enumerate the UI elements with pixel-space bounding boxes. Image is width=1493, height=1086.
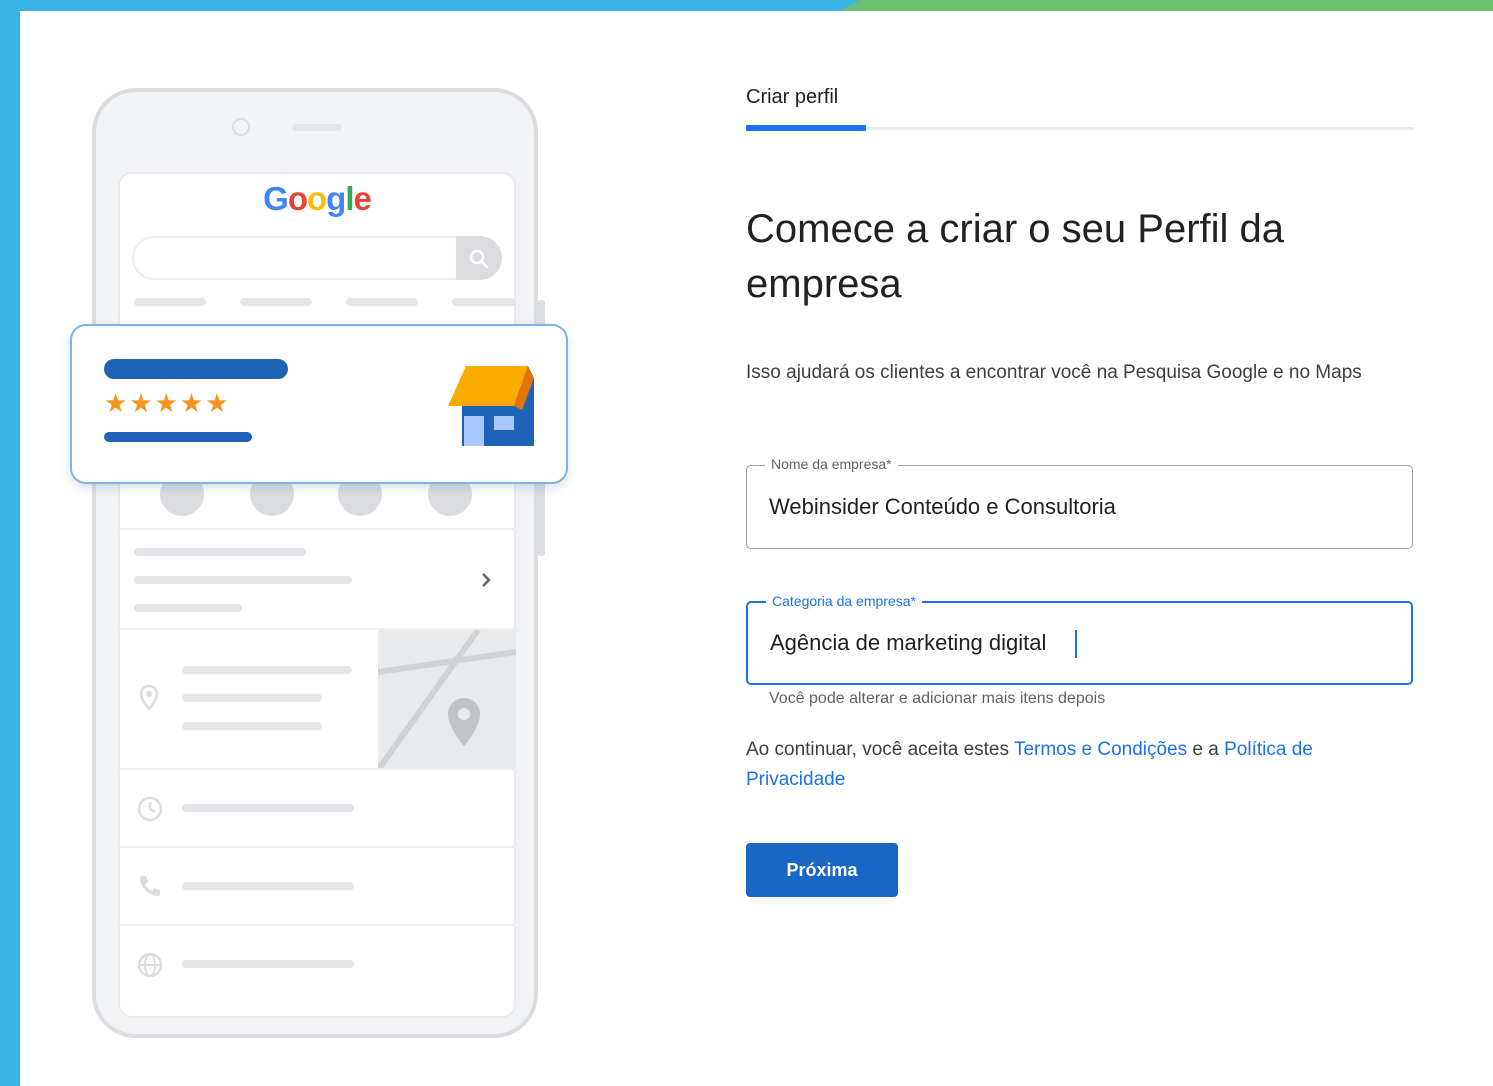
illustration-search-button [456,236,502,280]
search-icon [469,249,489,269]
phone-icon [140,876,160,896]
placeholder-line [182,960,354,968]
logo-letter: l [345,180,354,217]
globe-icon [137,952,163,978]
divider [118,528,516,530]
placeholder-line [182,694,322,702]
page-title: Comece a criar o seu Perfil da empresa [746,207,1285,306]
progress-indicator [746,125,866,131]
location-pin-icon [139,684,159,711]
placeholder-line [182,722,322,730]
clock-icon [137,796,163,822]
next-button[interactable]: Próxima [746,843,898,897]
placeholder-line [240,298,312,306]
placeholder-line [134,576,352,584]
category-helper-text: Você pode alterar e adicionar mais itens… [769,690,1106,707]
chevron-right-icon [482,573,491,587]
logo-letter: G [263,180,289,217]
logo-letter: o [306,180,327,217]
frame-top-border-green [840,0,1493,11]
map-thumbnail [378,630,516,770]
business-category-field[interactable]: Categoria da empresa* [746,591,1413,685]
text-caret [1075,630,1077,658]
consent-prefix: Ao continuar, você aceita estes [746,739,1014,760]
placeholder-line [134,298,206,306]
frame-left-border [0,0,20,1086]
logo-letter: o [287,180,308,217]
placeholder-line [182,882,354,890]
placeholder-line [134,604,242,612]
google-logo: Google [118,180,516,218]
phone-camera-icon [232,118,250,136]
placeholder-line [346,298,418,306]
logo-letter: g [326,180,346,217]
consent-text: Ao continuar, você aceita estes Termos e… [746,735,1406,795]
frame-top-border-blue [0,0,860,11]
terms-link[interactable]: Termos e Condições [1014,739,1187,760]
logo-letter: e [353,180,372,217]
store-icon [448,366,534,446]
rating-stars-icon: ★★★★★ [104,388,231,418]
phone-speaker [292,124,342,131]
page-subtitle: Isso ajudará os clientes a encontrar voc… [746,362,1362,383]
placeholder-line [134,548,306,556]
business-category-input[interactable] [770,603,1390,683]
business-name-bar [104,359,288,379]
divider [118,768,516,770]
business-name-input[interactable] [769,466,1389,548]
business-name-field[interactable]: Nome da empresa* [746,454,1413,549]
tab-criar-perfil: Criar perfil [746,86,839,108]
divider [118,846,516,848]
business-detail-bar [104,432,252,442]
placeholder-line [182,666,352,674]
illustration-search-box [132,236,500,280]
placeholder-line [182,804,354,812]
placeholder-line [452,298,516,306]
consent-middle: e a [1187,739,1225,760]
business-card-illustration: ★★★★★ [70,324,568,484]
divider [118,924,516,926]
